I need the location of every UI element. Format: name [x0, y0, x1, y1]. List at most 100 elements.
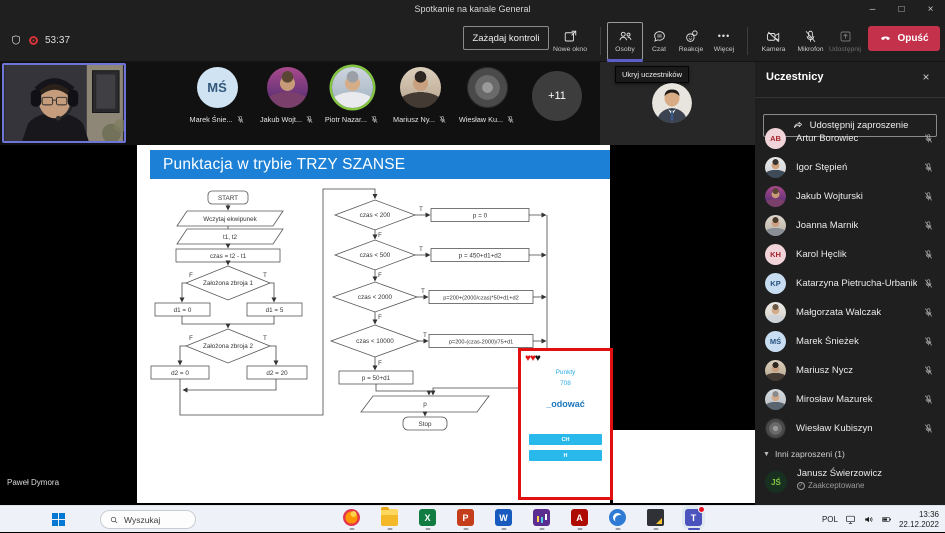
- slide-title-banner: Punktacja w trybie TRZY SZANSE: [150, 150, 610, 179]
- more-dots-icon: •••: [718, 29, 730, 44]
- filmstrip-tile[interactable]: MŚ Marek Śnie...: [179, 67, 255, 141]
- new-window-icon: [563, 29, 578, 44]
- share-up-icon: [838, 29, 853, 44]
- mic-off-icon: [236, 115, 245, 124]
- participant-row[interactable]: AB Artur Borowiec: [755, 124, 945, 153]
- taskbar-explorer-icon[interactable]: [381, 509, 398, 526]
- mic-off-icon: [923, 394, 934, 405]
- mic-off-icon: [923, 133, 934, 144]
- avatar: [765, 186, 786, 207]
- new-window-button[interactable]: Nowe okno: [548, 22, 592, 60]
- filmstrip-tile[interactable]: Piotr Nazar...: [314, 67, 390, 141]
- more-button[interactable]: ••• Więcej: [706, 22, 742, 60]
- recording-indicator-icon: [29, 36, 38, 45]
- mic-off-icon: [923, 365, 934, 376]
- avatar: [332, 67, 373, 108]
- answer-button-ch[interactable]: CH: [529, 434, 602, 445]
- taskbar-word-icon[interactable]: W: [495, 509, 512, 526]
- participant-row[interactable]: Igor Stępień: [755, 153, 945, 182]
- avatar: JŚ: [765, 471, 787, 493]
- people-button[interactable]: Osoby: [607, 22, 643, 60]
- chevron-down-icon: ▼: [763, 451, 770, 458]
- participant-row[interactable]: Mariusz Nycz: [755, 356, 945, 385]
- taskbar-notes-app-icon[interactable]: [647, 509, 664, 526]
- taskbar-powerpoint-icon[interactable]: P: [457, 509, 474, 526]
- participant-row[interactable]: Joanna Marnik: [755, 211, 945, 240]
- svg-text:T: T: [423, 333, 427, 339]
- mic-off-icon: [923, 278, 934, 289]
- share-screen-button[interactable]: Udostępnij: [825, 22, 865, 60]
- minimize-button[interactable]: –: [858, 0, 887, 18]
- speaker-icon[interactable]: [863, 514, 874, 525]
- camera-button[interactable]: Kamera: [755, 22, 792, 60]
- participants-panel: Uczestnicy × Udostępnij zaproszenie AB A…: [755, 62, 945, 505]
- participant-row[interactable]: MŚ Marek Śnieżek: [755, 327, 945, 356]
- toolbar-divider: [600, 27, 601, 55]
- microphone-button[interactable]: Mikrofon: [792, 22, 829, 60]
- taskbar-thunderbird-icon[interactable]: [609, 509, 626, 526]
- taskbar-search[interactable]: Wyszukaj: [100, 510, 196, 529]
- close-panel-icon[interactable]: ×: [916, 67, 936, 87]
- filmstrip-tile[interactable]: Wiesław Ku...: [449, 67, 525, 141]
- game-window: ♥♥♥ Punkty 708 _odować CH H: [518, 348, 613, 500]
- avatar: MŚ: [197, 67, 238, 108]
- filmstrip-tile[interactable]: Mariusz Ny...: [382, 67, 458, 141]
- svg-text:p=200-(czas-2000)/75+d1: p=200-(czas-2000)/75+d1: [449, 340, 513, 346]
- windows-taskbar: Wyszukaj X P W A T POL 13:36 22.12.2022: [0, 505, 945, 532]
- close-button[interactable]: ×: [916, 0, 945, 18]
- points-label: Punkty: [521, 369, 610, 376]
- taskbar-firefox-icon[interactable]: [343, 509, 360, 526]
- network-monitor-icon[interactable]: [845, 514, 856, 525]
- mic-off-icon: [803, 29, 818, 44]
- maximize-button[interactable]: □: [887, 0, 916, 18]
- avatar: [267, 67, 308, 108]
- others-invited-section[interactable]: ▼ Inni zaproszeni (1): [755, 445, 945, 463]
- accepted-check-icon: ✓: [797, 482, 805, 490]
- request-control-button[interactable]: Zażądaj kontroli: [463, 26, 549, 50]
- svg-text:czas < 10000: czas < 10000: [356, 338, 394, 345]
- svg-text:czas < 500: czas < 500: [360, 252, 391, 259]
- language-indicator[interactable]: POL: [822, 515, 838, 524]
- panel-title: Uczestnicy: [766, 71, 823, 83]
- participant-row[interactable]: Wiesław Kubiszyn: [755, 414, 945, 443]
- battery-icon[interactable]: [881, 514, 892, 525]
- participant-filmstrip: MŚ Marek Śnie... Jakub Wojt... Piotr Naz…: [0, 62, 755, 145]
- taskbar-clock[interactable]: 13:36 22.12.2022: [899, 510, 939, 530]
- participant-list: AB Artur Borowiec Igor Stępień Jakub Woj…: [755, 124, 945, 443]
- participant-row[interactable]: KP Katarzyna Pietrucha-Urbanik: [755, 269, 945, 298]
- svg-text:czas < 200: czas < 200: [360, 212, 391, 219]
- answer-button-h[interactable]: H: [529, 450, 602, 461]
- svg-text:T: T: [263, 273, 267, 279]
- taskbar-acrobat-icon[interactable]: A: [571, 509, 588, 526]
- participant-row[interactable]: KH Karol Hęclik: [755, 240, 945, 269]
- invited-participant-row[interactable]: JŚ Janusz Świerzowicz ✓ Zaakceptowane: [755, 468, 945, 502]
- windows-start-icon[interactable]: [52, 513, 65, 526]
- chat-button[interactable]: Czat: [642, 22, 676, 60]
- taskbar-excel-icon[interactable]: X: [419, 509, 436, 526]
- reactions-button[interactable]: Reakcje: [672, 22, 710, 60]
- window-title: Spotkanie na kanale General: [414, 4, 530, 14]
- avatar[interactable]: [652, 83, 692, 123]
- taskbar-purple-app-icon[interactable]: [533, 509, 550, 526]
- svg-text:p=200+(2000/czas)*50+d1+d2: p=200+(2000/czas)*50+d1+d2: [443, 296, 519, 302]
- presenter-name-label: Paweł Dymora: [7, 478, 59, 487]
- shared-window-background: [613, 430, 755, 503]
- avatar: KH: [765, 244, 786, 265]
- word-puzzle: _odować: [521, 399, 610, 409]
- taskbar-teams-icon[interactable]: T: [685, 509, 702, 526]
- screen-share-stage: START Wczytaj ekwipunek t1, t2 czas = t2…: [0, 145, 755, 505]
- lives-hearts-icon: ♥♥♥: [525, 353, 540, 364]
- leave-button[interactable]: Opuść: [868, 26, 940, 51]
- participant-row[interactable]: Jakub Wojturski: [755, 182, 945, 211]
- phone-down-icon: [879, 32, 892, 45]
- presenter-video[interactable]: [2, 63, 126, 143]
- svg-text:F: F: [378, 273, 382, 279]
- mic-off-icon: [305, 115, 314, 124]
- participant-row[interactable]: Mirosław Mazurek: [755, 385, 945, 414]
- participant-row[interactable]: Małgorzata Walczak: [755, 298, 945, 327]
- presenter-webcam-image: [4, 65, 124, 141]
- avatar: [765, 157, 786, 178]
- overflow-participants-badge[interactable]: +11: [532, 71, 582, 121]
- avatar: [765, 302, 786, 323]
- svg-text:F: F: [378, 361, 382, 367]
